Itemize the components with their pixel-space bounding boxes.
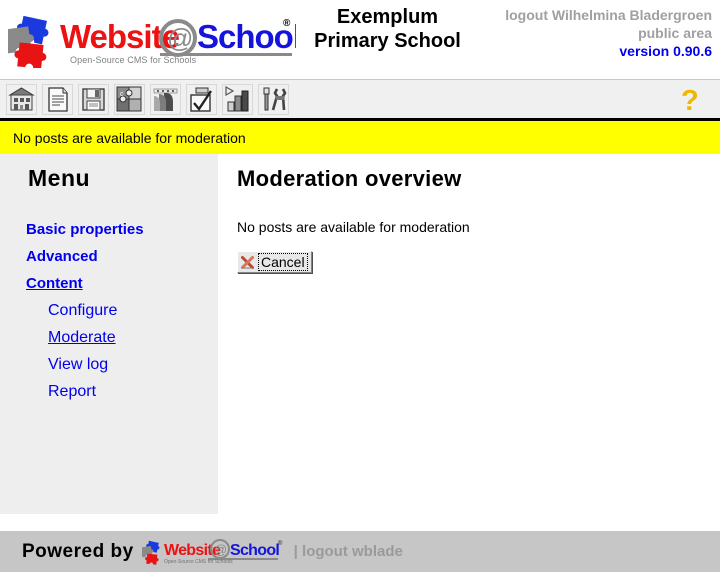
footer-logo-tagline: Open-Source CMS for Schools xyxy=(164,559,233,565)
sidebar-item-moderate[interactable]: Moderate xyxy=(26,324,216,351)
sidebar-item-basic-properties[interactable]: Basic properties xyxy=(26,216,216,243)
user-info-block: logout Wilhelmina Bladergroen public are… xyxy=(505,6,712,60)
help-question-icon[interactable]: ? xyxy=(679,85,705,117)
menu-title: Menu xyxy=(28,165,91,191)
page-header: Website @ School Open-Source CMS for Sch… xyxy=(0,0,720,79)
svg-text:?: ? xyxy=(681,85,699,115)
cancel-button-label: Cancel xyxy=(258,253,308,271)
sidebar-item-report[interactable]: Report xyxy=(26,378,216,405)
checklist-icon[interactable] xyxy=(186,84,217,115)
version-label: version 0.90.6 xyxy=(619,43,712,59)
page-title: Moderation overview xyxy=(237,166,462,191)
cancel-button[interactable]: Cancel xyxy=(237,251,312,273)
logo-text-at: @ xyxy=(167,23,193,53)
school-building-icon[interactable] xyxy=(6,84,37,115)
footer-logout-link[interactable]: | logout wblade xyxy=(294,543,403,560)
main-toolbar: c ? xyxy=(0,79,720,121)
notification-text: No posts are available for moderation xyxy=(13,129,246,146)
page-footer: Powered by Website @ School Open-Source … xyxy=(0,531,720,572)
menu-list: Basic properties Advanced Content Config… xyxy=(26,216,216,405)
toolbar-icon-group: c xyxy=(6,84,289,115)
floppy-save-icon[interactable] xyxy=(78,84,109,115)
logo-tagline: Open-Source CMS for Schools xyxy=(70,55,197,65)
svg-text:c: c xyxy=(120,91,124,98)
school-name-line1: Exemplum xyxy=(336,6,439,28)
puzzle-pieces-icon xyxy=(2,12,64,69)
sidebar-item-configure[interactable]: Configure xyxy=(26,297,216,324)
footer-logo-registered: ® xyxy=(278,540,283,547)
logo-text-school: School xyxy=(197,18,296,55)
users-faces-icon[interactable] xyxy=(150,84,181,115)
logout-link[interactable]: logout Wilhelmina Bladergroen xyxy=(505,6,712,24)
page-document-icon[interactable] xyxy=(42,84,73,115)
tools-wrench-icon[interactable] xyxy=(258,84,289,115)
powered-by-label: Powered by xyxy=(22,540,134,562)
modules-puzzle-icon[interactable]: c xyxy=(114,84,145,115)
footer-logo[interactable]: Website @ School Open-Source CMS for Sch… xyxy=(139,537,292,567)
site-logo[interactable]: Website @ School Open-Source CMS for Sch… xyxy=(2,8,302,70)
cancel-x-icon xyxy=(240,255,255,270)
sidebar-item-view-log[interactable]: View log xyxy=(26,351,216,378)
sidebar: Menu Basic properties Advanced Content C… xyxy=(0,154,218,514)
area-label: public area xyxy=(638,25,712,41)
sidebar-item-advanced[interactable]: Advanced xyxy=(26,243,216,270)
school-name-line2: Primary School xyxy=(314,30,461,52)
content-area: Menu Basic properties Advanced Content C… xyxy=(0,154,720,514)
registered-mark: ® xyxy=(283,18,291,29)
notification-bar: No posts are available for moderation xyxy=(0,121,720,154)
main-panel: Moderation overview No posts are availab… xyxy=(218,154,720,514)
main-body-text: No posts are available for moderation xyxy=(237,219,470,235)
footer-logo-school: School xyxy=(230,542,279,559)
sidebar-item-content[interactable]: Content xyxy=(26,270,216,297)
footer-logo-at: @ xyxy=(214,542,227,557)
bar-chart-icon[interactable] xyxy=(222,84,253,115)
school-name: Exemplum Primary School xyxy=(300,5,475,53)
